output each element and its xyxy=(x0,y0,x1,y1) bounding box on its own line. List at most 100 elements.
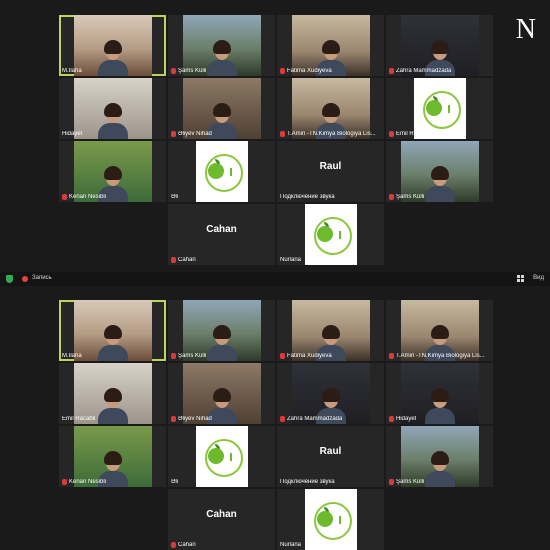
gallery-view-icon[interactable] xyxy=(517,275,524,282)
profile-logo-image xyxy=(304,204,357,265)
participant-name: Şams Külli xyxy=(178,353,207,359)
participant-tile[interactable]: Hidayet xyxy=(386,363,493,424)
meeting-toolbar: Запись Вид xyxy=(0,272,550,286)
participant-video xyxy=(291,78,370,139)
profile-logo-image xyxy=(413,78,466,139)
participant-video xyxy=(291,15,370,76)
participant-tile[interactable]: Cahan Cahan xyxy=(168,204,275,265)
participant-tile[interactable]: Cahan Cahan xyxy=(168,489,275,550)
participant-display-name: Raul xyxy=(319,446,342,457)
participant-video xyxy=(182,78,261,139)
participant-video xyxy=(182,15,261,76)
participant-display-name: Cahan xyxy=(206,224,237,235)
participant-tile[interactable]: Nurlana xyxy=(277,489,384,550)
muted-mic-icon xyxy=(389,131,394,137)
participant-name: Hidayet xyxy=(62,131,83,137)
muted-mic-icon xyxy=(280,68,285,74)
logo-text-mark xyxy=(338,515,351,524)
participant-tile[interactable]: Şams Külli xyxy=(386,426,493,487)
participant-name-label: Подключение звука xyxy=(280,479,335,485)
muted-mic-icon xyxy=(389,416,394,422)
participant-tile[interactable]: Emil Racabli xyxy=(59,363,166,424)
participant-name: Zahra Mammadzada xyxy=(396,68,452,74)
participant-name: Emil Racabli xyxy=(62,416,96,422)
participant-name-label: Emil Racabli xyxy=(62,416,95,422)
participant-figure xyxy=(97,103,128,139)
participant-tile[interactable]: Əli xyxy=(168,426,275,487)
participant-display-name: Raul xyxy=(319,161,342,172)
security-shield-icon[interactable] xyxy=(6,275,13,283)
participant-tile[interactable]: Fatima Xudiyeva xyxy=(277,15,384,76)
participant-name-label: Kenan Nesibli xyxy=(62,194,106,200)
participant-name: Cahan xyxy=(178,542,196,548)
participant-tile[interactable]: Şams Külli xyxy=(386,141,493,202)
participant-tile[interactable]: Nurlana xyxy=(277,204,384,265)
participant-name: Əli xyxy=(171,194,179,200)
participant-name-label: Şams Külli xyxy=(389,194,424,200)
participant-name: Zahra Mammadzada xyxy=(287,416,343,422)
participant-video xyxy=(73,363,152,424)
participant-name: Şams Külli xyxy=(178,68,207,74)
muted-mic-icon xyxy=(171,257,176,263)
participant-name: Cahan xyxy=(178,257,196,263)
participant-figure xyxy=(206,40,237,76)
logo-text-mark xyxy=(229,452,242,461)
participant-name-label: Cahan xyxy=(171,542,196,548)
participant-name-label: Emil Racabli xyxy=(389,131,429,137)
participant-tile[interactable]: Zahra Mammadzada xyxy=(386,15,493,76)
participant-name-label: Əli xyxy=(171,479,178,485)
participant-tile[interactable]: M.İlaha xyxy=(59,300,166,361)
participant-tile[interactable]: Şams Külli xyxy=(168,300,275,361)
participant-video xyxy=(73,300,152,361)
participant-name: Əliyev Nihad xyxy=(178,416,212,422)
participant-tile[interactable]: T.Amin -TN.Kimya Biologiya Lis... xyxy=(277,78,384,139)
participant-tile[interactable]: Əliyev Nihad xyxy=(168,363,275,424)
view-button[interactable]: Вид xyxy=(533,275,544,281)
participant-name: Fatima Xudiyeva xyxy=(287,68,332,74)
participant-name: Əli xyxy=(171,479,179,485)
muted-mic-icon xyxy=(389,194,394,200)
participant-name-label: M.İlaha xyxy=(62,68,82,74)
muted-mic-icon xyxy=(171,353,176,359)
participant-name: Şams Külli xyxy=(396,194,425,200)
participant-tile[interactable]: Şams Külli xyxy=(168,15,275,76)
muted-mic-icon xyxy=(389,353,394,359)
profile-logo-image xyxy=(195,426,248,487)
participant-figure xyxy=(424,451,455,487)
participant-video xyxy=(400,426,479,487)
participant-tile[interactable]: Kenan Nesibli xyxy=(59,141,166,202)
participant-name-label: Əliyev Nihad xyxy=(171,131,212,137)
participant-display-name: Cahan xyxy=(206,509,237,520)
recording-label: Запись xyxy=(32,275,52,281)
apple-icon xyxy=(207,443,224,464)
participant-name-label: T.Amin -TN.Kimya Biologiya Lis... xyxy=(389,353,485,359)
participant-video xyxy=(400,141,479,202)
participant-video xyxy=(400,363,479,424)
participant-name-label: Hidayet xyxy=(62,131,82,137)
participant-tile[interactable]: T.Amin -TN.Kimya Biologiya Lis... xyxy=(386,300,493,361)
participant-name-label: Əli xyxy=(171,194,178,200)
participant-figure xyxy=(424,388,455,424)
participant-figure xyxy=(206,325,237,361)
participant-name: Подключение звука xyxy=(280,479,335,485)
participant-video xyxy=(182,300,261,361)
participant-tile[interactable]: Hidayet xyxy=(59,78,166,139)
muted-mic-icon xyxy=(171,68,176,74)
muted-mic-icon xyxy=(280,353,285,359)
participant-video xyxy=(291,363,370,424)
participant-tile[interactable]: Əli xyxy=(168,141,275,202)
participant-video xyxy=(73,426,152,487)
participant-video xyxy=(400,300,479,361)
participant-name-label: M.İlaha xyxy=(62,353,82,359)
participant-tile[interactable]: Raul Подключение звука xyxy=(277,141,384,202)
apple-icon xyxy=(316,221,333,242)
participant-figure xyxy=(97,325,128,361)
participant-tile[interactable]: Əliyev Nihad xyxy=(168,78,275,139)
participant-tile[interactable]: M.İlaha xyxy=(59,15,166,76)
participant-tile[interactable]: Zahra Mammadzada xyxy=(277,363,384,424)
participant-tile[interactable]: Emil Racabli xyxy=(386,78,493,139)
participant-tile[interactable]: Fatima Xudiyeva xyxy=(277,300,384,361)
participant-tile[interactable]: Raul Подключение звука xyxy=(277,426,384,487)
participant-tile[interactable]: Kenan Nesibli xyxy=(59,426,166,487)
profile-logo-image xyxy=(195,141,248,202)
